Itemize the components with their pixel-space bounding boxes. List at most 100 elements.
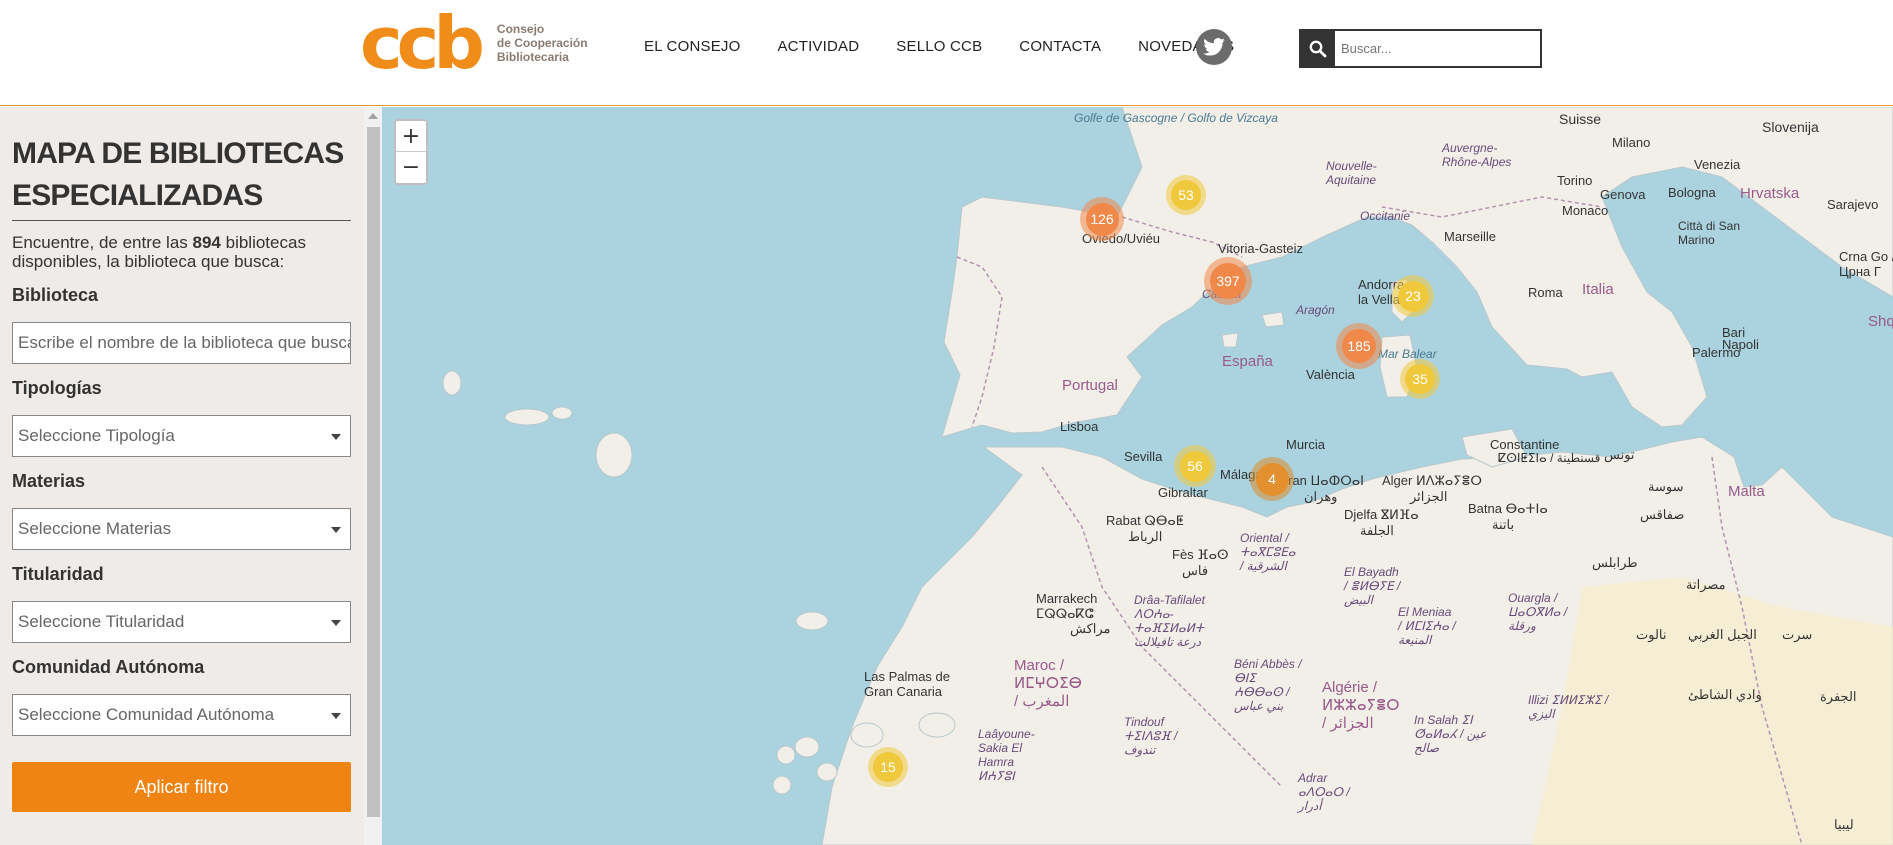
cluster-count: 4 xyxy=(1255,462,1289,496)
map-label-tarabulus: طرابلس xyxy=(1592,555,1638,570)
map-label-san-marino: Città di San Marino xyxy=(1678,219,1741,247)
materias-select[interactable]: Seleccione Materias xyxy=(12,508,351,550)
map-label-algerie: Algérie / ⵍⵣⵣⴰⵢⴻⵔ / الجزائر xyxy=(1322,679,1400,732)
map-label-milano: Milano xyxy=(1612,135,1651,150)
biblioteca-label: Biblioteca xyxy=(12,285,99,305)
map-label-italia: Italia xyxy=(1582,281,1614,298)
map-label-malta: Malta xyxy=(1728,483,1765,500)
map-label-sarajevo: Sarajevo xyxy=(1827,197,1879,212)
map-label-marseille: Marseille xyxy=(1444,229,1497,244)
cluster-marker[interactable]: 15 xyxy=(868,747,908,787)
map-label-crna-gora: Crna Go / Црна Г xyxy=(1839,249,1893,279)
twitter-icon[interactable] xyxy=(1196,29,1232,65)
cluster-marker[interactable]: 185 xyxy=(1336,323,1382,369)
map-label-espana: España xyxy=(1222,353,1273,370)
title-line-2: ESPECIALIZADAS xyxy=(12,179,263,212)
cluster-count: 15 xyxy=(873,752,903,782)
nav-el-consejo[interactable]: EL CONSEJO xyxy=(644,38,740,55)
map-label-shq: Shq xyxy=(1868,313,1893,330)
chevron-down-icon xyxy=(331,434,341,440)
map-label-palermo: Palermo xyxy=(1692,345,1741,360)
nav-actividad[interactable]: ACTIVIDAD xyxy=(777,38,859,55)
cluster-marker[interactable]: 23 xyxy=(1392,275,1434,317)
map-label-murcia: Murcia xyxy=(1286,437,1326,452)
map-label-marrakech-ar: مراكش xyxy=(1070,621,1111,636)
page-title: MAPA DE BIBLIOTECAS ESPECIALIZADAS xyxy=(12,133,351,217)
cluster-count: 56 xyxy=(1179,450,1211,482)
map-label-illizi: Illizi ⵉⵍⵍⵉⵣⵉ / اليزي xyxy=(1528,693,1609,721)
map-label-el-djazair: الجزائر xyxy=(1410,489,1448,504)
scroll-thumb[interactable] xyxy=(367,127,380,817)
library-count: 894 xyxy=(192,233,221,252)
ccb-logo[interactable]: ccb Consejo de Cooperación Bibliotecaria xyxy=(360,1,588,85)
map-label-occitanie: Occitanie xyxy=(1360,209,1411,223)
map-label-auvergne: Auvergne-Rhône-Alpes xyxy=(1442,141,1512,169)
map-label-safaqis: صفاقس xyxy=(1640,507,1685,522)
map-label-nouvelle-aquitaine: Nouvelle-Aquitaine xyxy=(1326,159,1377,187)
map-label-misrata: مصراتة xyxy=(1686,577,1726,592)
cluster-marker[interactable]: 397 xyxy=(1204,257,1252,305)
map-label-monaco: Monaco xyxy=(1562,203,1609,218)
cluster-count: 53 xyxy=(1171,180,1201,210)
tipologias-label: Tipologías xyxy=(12,378,102,398)
map-label-ouargla: Ouargla / ⵡⴰⵔⴳⵍⴰ / ورقلة xyxy=(1508,591,1568,633)
materias-value: Seleccione Materias xyxy=(18,519,172,538)
map-label-maroc: Maroc / ⵍⵎⵖⵔⵉⴱ / المغرب xyxy=(1014,657,1082,710)
comunidad-select[interactable]: Seleccione Comunidad Autónoma xyxy=(12,694,351,736)
search-icon[interactable] xyxy=(1301,31,1335,66)
logo-line-3: Bibliotecaria xyxy=(496,50,569,64)
logo-line-1: Consejo xyxy=(496,22,545,36)
map-label-el-bayadh: El Bayadh / ⴻⵍⴱⵢⴹ / البيض xyxy=(1344,565,1401,607)
cluster-marker[interactable]: 126 xyxy=(1080,197,1124,241)
zoom-in-button[interactable]: + xyxy=(396,121,426,152)
map-label-beni-abbes: Béni Abbès / ⴱⵏⵉ ⵄⴱⴱⴰⵙ / بني عباس xyxy=(1234,657,1302,713)
map-label-lisboa: Lisboa xyxy=(1060,419,1099,434)
cluster-marker[interactable]: 56 xyxy=(1174,445,1216,487)
map-label-mar-balear: Mar Balear xyxy=(1378,347,1437,361)
titularidad-select[interactable]: Seleccione Titularidad xyxy=(12,601,351,643)
titularidad-label: Titularidad xyxy=(12,564,104,584)
titularidad-value: Seleccione Titularidad xyxy=(18,612,185,631)
zoom-out-button[interactable]: − xyxy=(396,152,426,183)
logo-mark: ccb xyxy=(360,1,485,85)
map-label-libya: ليبيا xyxy=(1834,817,1854,832)
map-label-aljufra: الجفرة xyxy=(1820,689,1857,704)
map-label-marrakech: Marrakech ⵎⵕⵕⴰⴽⵛ xyxy=(1036,591,1098,621)
map-label-fes-ar: فاس xyxy=(1182,563,1209,578)
map-label-torino: Torino xyxy=(1557,173,1593,188)
cluster-count: 126 xyxy=(1085,202,1119,236)
map-label-el-meniaa: El Meniaa / ⵍⵎⵏⵉⵄⴰ / المنيعة xyxy=(1398,605,1456,647)
search-input[interactable] xyxy=(1335,41,1535,56)
map-label-djelfa: Djelfa ⴵⵍⴼⴰ xyxy=(1344,507,1419,522)
map-label-roma: Roma xyxy=(1528,285,1563,300)
cluster-marker[interactable]: 35 xyxy=(1400,359,1440,399)
map-label-draa: Drâa-Tafilalet ⴷⵔⵄⴰ-ⵜⴰⴼⵉⵍⴰⵍⵜ درعة تافيلا… xyxy=(1134,593,1205,649)
map-label-rabat: Rabat ⵕⴱⴰⵟ xyxy=(1106,513,1184,528)
chevron-down-icon xyxy=(331,713,341,719)
nav-sello-ccb[interactable]: SELLO CCB xyxy=(896,38,982,55)
cluster-marker[interactable]: 53 xyxy=(1166,175,1206,215)
map-label-genova: Genova xyxy=(1600,187,1646,202)
map-label-oriental: Oriental / ⵜⴰⴳⵎⵓⴹⴰ / الشرقية xyxy=(1240,531,1296,573)
map-label-gibraltar: Gibraltar xyxy=(1158,485,1208,500)
zoom-control: + − xyxy=(394,119,428,185)
apply-filter-button[interactable]: Aplicar filtro xyxy=(12,762,351,812)
sidebar-scrollbar[interactable] xyxy=(364,107,382,845)
map-label-vitoria: Vitoria-Gasteiz xyxy=(1218,241,1304,256)
biblioteca-input[interactable]: Escribe el nombre de la biblioteca que b… xyxy=(12,322,351,364)
scroll-up-arrow-icon[interactable] xyxy=(368,113,378,119)
filter-sidebar: MAPA DE BIBLIOTECAS ESPECIALIZADAS Encue… xyxy=(0,107,364,845)
map-label-sevilla: Sevilla xyxy=(1124,449,1163,464)
cluster-count: 397 xyxy=(1210,263,1246,299)
comunidad-value: Seleccione Comunidad Autónoma xyxy=(18,705,275,724)
main-nav: EL CONSEJO ACTIVIDAD SELLO CCB CONTACTA … xyxy=(644,38,1271,55)
nav-contacta[interactable]: CONTACTA xyxy=(1019,38,1101,55)
cluster-count: 185 xyxy=(1342,329,1376,363)
cluster-marker[interactable]: 4 xyxy=(1250,457,1294,501)
library-map[interactable]: + − Golfe de Gascogne / Golfo de Vizcaya… xyxy=(382,107,1893,845)
map-label-in-salah: In Salah ⵉⵏ ⵚⴰⵍⴰⵃ / عين صالح xyxy=(1414,713,1487,755)
tipologias-select[interactable]: Seleccione Tipología xyxy=(12,415,351,457)
map-label-tounes: تونس xyxy=(1604,447,1635,462)
map-label-las-palmas: Las Palmas de Gran Canaria xyxy=(864,669,950,699)
map-label-batna: Batna ⴱⴰⵜⵏⴰ xyxy=(1468,501,1548,516)
